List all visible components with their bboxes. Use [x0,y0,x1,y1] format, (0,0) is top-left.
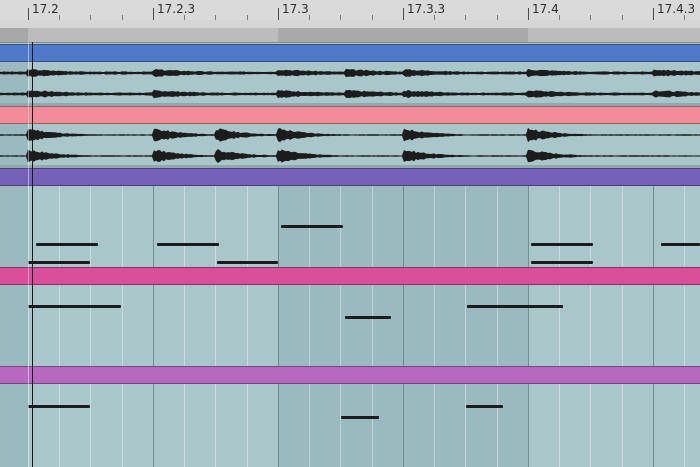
midi-note[interactable] [341,416,379,419]
clip-header[interactable] [0,267,700,285]
midi-clip[interactable] [0,384,700,467]
midi-note[interactable] [466,405,503,408]
midi-note[interactable] [281,225,343,228]
midi-note[interactable] [531,261,593,264]
playhead[interactable] [32,42,33,467]
clip-header[interactable] [0,44,700,62]
midi-track-4[interactable] [0,267,700,366]
audio-clip[interactable] [0,62,700,106]
clip-header[interactable] [0,168,700,186]
clip-header[interactable] [0,366,700,384]
midi-note[interactable] [661,243,700,246]
midi-note[interactable] [28,305,121,308]
clip-header[interactable] [0,106,700,124]
midi-note[interactable] [36,243,98,246]
audio-clip[interactable] [0,124,700,168]
midi-note[interactable] [467,305,563,308]
midi-track-3[interactable] [0,168,700,267]
audio-track-1[interactable] [0,44,700,106]
beat-time-ruler[interactable]: 17.2 17.2.3 17.3 17.3.3 17.4 17.4.3 [0,0,700,29]
midi-note[interactable] [345,316,391,319]
waveform [0,68,700,99]
midi-track-5[interactable] [0,366,700,467]
midi-note[interactable] [28,405,90,408]
audio-track-2[interactable] [0,106,700,168]
waveform [0,127,700,163]
midi-note[interactable] [217,261,278,264]
arrangement-view: 17.2 17.2.3 17.3 17.3.3 17.4 17.4.3 [0,0,700,467]
midi-note[interactable] [157,243,219,246]
midi-clip[interactable] [0,285,700,366]
midi-note[interactable] [531,243,593,246]
loop-brace-strip[interactable] [0,28,700,43]
midi-clip[interactable] [0,186,700,267]
midi-note[interactable] [28,261,90,264]
